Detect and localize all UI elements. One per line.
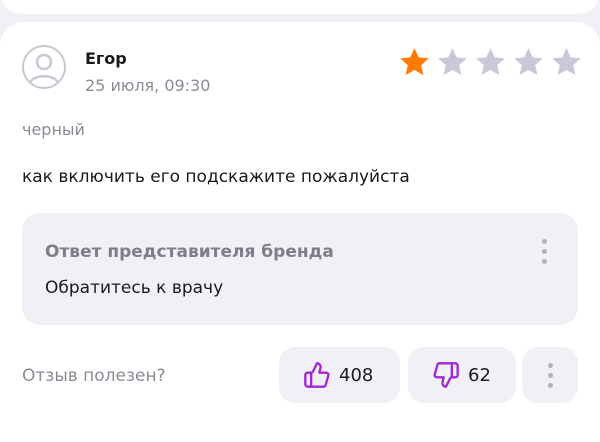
- star-icon: [514, 48, 543, 76]
- brand-reply-menu-button[interactable]: [538, 239, 550, 269]
- star-icon: [476, 48, 505, 76]
- star-icon: [438, 48, 467, 76]
- star-rating: [397, 45, 584, 80]
- review-text: как включить его подскажите пожалуйста: [22, 167, 410, 187]
- star-icon: [552, 48, 581, 76]
- star-icon: [400, 48, 429, 76]
- avatar: [22, 45, 66, 89]
- review-menu-button[interactable]: [522, 347, 578, 403]
- brand-reply-title: Ответ представителя бренда: [45, 242, 334, 262]
- user-icon: [28, 53, 60, 84]
- review-date: 25 июля, 09:30: [85, 76, 211, 95]
- dislike-button[interactable]: 62: [408, 347, 516, 403]
- more-vertical-icon: [538, 239, 550, 264]
- thumbs-down-icon: [433, 362, 459, 388]
- brand-reply: Ответ представителя бренда Обратитесь к …: [22, 213, 578, 325]
- like-count: 408: [339, 364, 374, 386]
- thumbs-up-icon: [304, 362, 330, 388]
- like-button[interactable]: 408: [279, 347, 400, 403]
- review-author: Егор: [85, 49, 127, 68]
- previous-review-card: [0, 0, 600, 14]
- more-vertical-icon: [547, 362, 553, 388]
- product-variant: черный: [22, 120, 85, 139]
- helpful-question: Отзыв полезен?: [22, 366, 166, 386]
- brand-reply-text: Обратитесь к врачу: [45, 278, 224, 298]
- dislike-count: 62: [468, 364, 491, 386]
